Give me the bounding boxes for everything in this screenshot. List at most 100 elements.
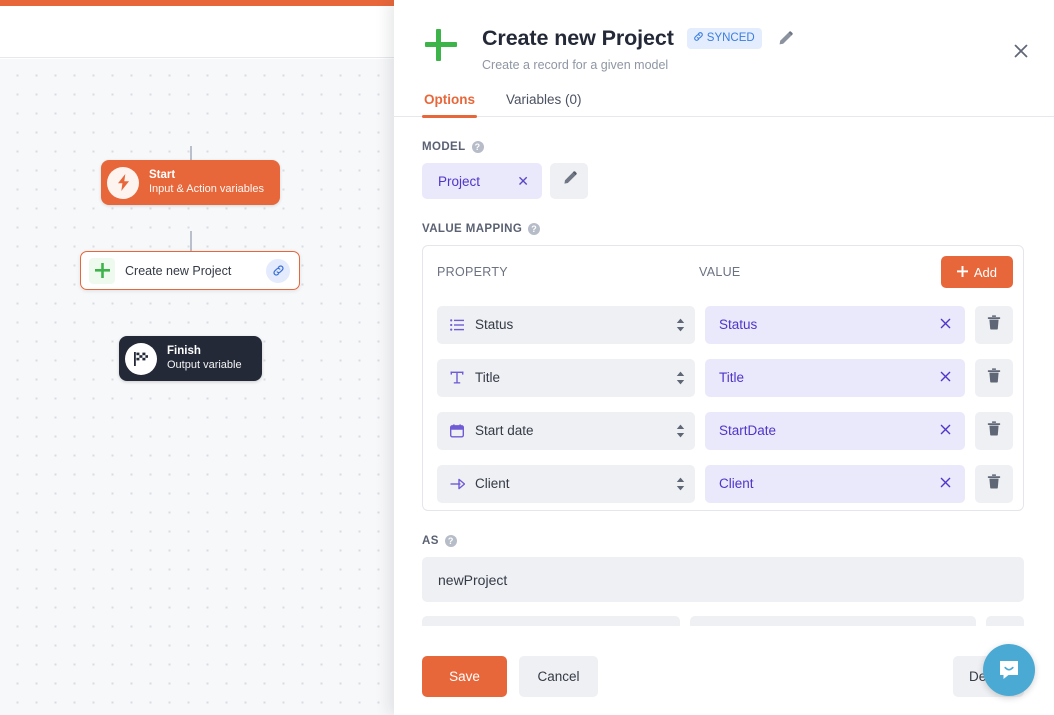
scrolled-content-peek: [422, 616, 1024, 626]
text-icon: [449, 370, 465, 386]
value-chip[interactable]: Client: [705, 464, 965, 503]
trash-icon: [987, 314, 1001, 335]
flow-node-create-new-project[interactable]: Create new Project: [80, 251, 300, 290]
table-row: Title Title: [423, 351, 1023, 404]
lightning-icon: [107, 166, 139, 199]
tab-variables-label: Variables (0): [506, 92, 582, 107]
relation-icon: [449, 476, 465, 492]
model-label: MODEL ?: [422, 141, 1024, 153]
property-name: Title: [475, 370, 501, 385]
flow-node-finish-text: Finish Output variable: [167, 345, 242, 372]
model-chip[interactable]: Project ✕: [422, 163, 542, 199]
status-badge: SYNCED: [686, 28, 762, 49]
value-mapping-label: VALUE MAPPING ?: [422, 223, 1024, 235]
status-badge-label: SYNCED: [706, 32, 755, 44]
delete-row-button[interactable]: [975, 305, 1013, 344]
flow-node-finish-subtitle: Output variable: [167, 358, 242, 371]
help-icon[interactable]: ?: [444, 535, 457, 547]
flow-canvas[interactable]: Start Input & Action variables Create ne…: [0, 59, 396, 715]
trash-icon: [987, 473, 1001, 494]
property-select[interactable]: Client: [437, 464, 695, 503]
close-icon[interactable]: ✕: [517, 174, 529, 188]
chevron-updown-icon[interactable]: [676, 424, 685, 438]
link-icon: [693, 31, 704, 45]
panel-title-line: Create new Project SYNCED: [482, 26, 793, 51]
app-header-bar: [0, 6, 396, 58]
table-row: Client Client: [423, 457, 1023, 510]
peek-delete-button: [986, 616, 1024, 626]
close-icon[interactable]: [940, 369, 951, 387]
property-name: Client: [475, 476, 510, 491]
action-details-panel: Create new Project SYNCED Create a recor…: [394, 0, 1054, 715]
value-chip[interactable]: Title: [705, 358, 965, 397]
value-mapping-header: PROPERTY VALUE Add: [423, 246, 1023, 298]
link-icon[interactable]: [266, 258, 290, 283]
page-title: Create new Project: [482, 26, 674, 50]
tab-options[interactable]: Options: [422, 92, 477, 118]
panel-body: MODEL ? Project ✕ VALUE MAPPING ? PROPER…: [394, 141, 1054, 626]
delete-row-button[interactable]: [975, 464, 1013, 503]
value-chip-label: StartDate: [719, 423, 777, 438]
peek-property-select: [422, 616, 680, 626]
tab-options-label: Options: [424, 92, 475, 107]
column-header-value: VALUE: [699, 265, 741, 279]
panel-scroll-content: Create new Project SYNCED Create a recor…: [394, 0, 1054, 715]
property-select[interactable]: Title: [437, 358, 695, 397]
close-icon[interactable]: [940, 316, 951, 334]
calendar-icon: [449, 423, 465, 439]
checkered-flag-icon: [125, 342, 157, 375]
value-chip[interactable]: Status: [705, 305, 965, 344]
flow-node-start[interactable]: Start Input & Action variables: [101, 160, 280, 205]
chevron-updown-icon[interactable]: [676, 318, 685, 332]
value-chip[interactable]: StartDate: [705, 411, 965, 450]
close-icon[interactable]: [1010, 40, 1032, 62]
panel-footer: Save Cancel Delete: [394, 638, 1054, 715]
model-chip-label: Project: [438, 173, 481, 189]
trash-icon: [987, 420, 1001, 441]
close-icon[interactable]: [940, 422, 951, 440]
property-name: Status: [475, 317, 514, 332]
value-chip-label: Client: [719, 476, 754, 491]
value-mapping-label-text: VALUE MAPPING: [422, 223, 523, 235]
chevron-updown-icon[interactable]: [676, 371, 685, 385]
panel-subtitle: Create a record for a given model: [482, 58, 669, 72]
tab-variables[interactable]: Variables (0): [504, 92, 584, 116]
panel-tabs: Options Variables (0): [394, 92, 1054, 118]
edit-model-button[interactable]: [550, 163, 588, 199]
panel-header-row: Create new Project SYNCED Create a recor…: [422, 24, 1024, 72]
delete-row-button[interactable]: [975, 358, 1013, 397]
as-input-value: newProject: [438, 571, 508, 588]
plus-icon: [956, 265, 968, 280]
cancel-button[interactable]: Cancel: [519, 656, 598, 697]
trash-icon: [987, 367, 1001, 388]
panel-header-text: Create new Project SYNCED Create a recor…: [482, 24, 793, 72]
value-chip-label: Title: [719, 370, 745, 385]
chevron-updown-icon[interactable]: [676, 477, 685, 491]
pencil-icon: [562, 171, 577, 191]
table-row: Start date StartDate: [423, 404, 1023, 457]
flow-node-finish-title: Finish: [167, 345, 201, 358]
property-select[interactable]: Start date: [437, 411, 695, 450]
panel-header: Create new Project SYNCED Create a recor…: [394, 0, 1054, 72]
model-label-text: MODEL: [422, 141, 466, 153]
flow-node-action-label: Create new Project: [125, 263, 232, 278]
delete-row-button[interactable]: [975, 411, 1013, 450]
table-row: Status Status: [423, 298, 1023, 351]
flow-node-start-subtitle: Input & Action variables: [149, 182, 264, 195]
property-select[interactable]: Status: [437, 305, 695, 344]
add-mapping-button[interactable]: Add: [940, 256, 1013, 288]
add-mapping-label: Add: [973, 264, 997, 280]
plus-icon: [89, 257, 115, 284]
pencil-icon[interactable]: [777, 30, 793, 47]
help-icon[interactable]: ?: [471, 141, 484, 153]
plus-icon: [422, 26, 460, 64]
peek-value-chip: [690, 616, 976, 626]
as-input[interactable]: newProject: [422, 557, 1024, 602]
chat-smile-icon[interactable]: [983, 644, 1035, 696]
flow-node-finish[interactable]: Finish Output variable: [119, 336, 262, 381]
value-chip-label: Status: [719, 317, 758, 332]
help-icon[interactable]: ?: [528, 223, 541, 235]
save-button[interactable]: Save: [422, 656, 507, 697]
close-icon[interactable]: [940, 475, 951, 493]
value-mapping-table: PROPERTY VALUE Add Status Status Title T…: [422, 245, 1024, 511]
